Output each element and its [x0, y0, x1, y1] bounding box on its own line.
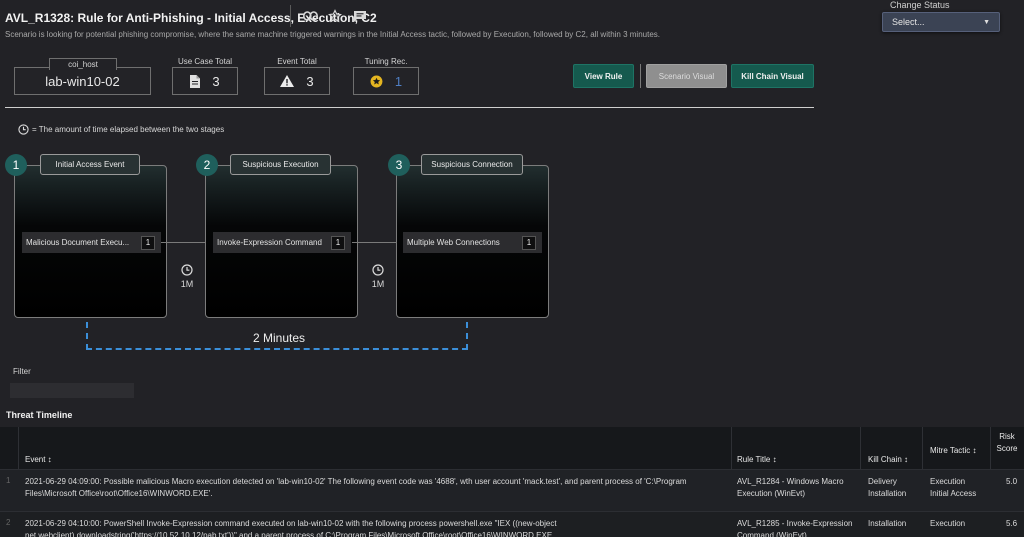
change-status-label: Change Status: [890, 0, 950, 10]
stage-title: Suspicious Connection: [421, 154, 523, 175]
table-row[interactable]: 1 2021-06-29 04:09:00: Possible maliciou…: [0, 469, 1024, 511]
column-header-event[interactable]: Event ↕: [25, 455, 52, 464]
button-separator: [640, 64, 641, 88]
filter-label: Filter: [13, 367, 31, 376]
comment-icon[interactable]: [350, 7, 370, 25]
column-header-rule-title[interactable]: Rule Title ↕: [737, 455, 777, 464]
risk-score-cell: 5.0: [1006, 477, 1018, 486]
stage-event-row[interactable]: Malicious Document Execu... 1: [22, 232, 161, 253]
gap-duration: 1M: [180, 279, 194, 289]
warning-icon: [280, 75, 295, 87]
host-field-label: coi_host: [49, 58, 117, 70]
stage-event-count: 1: [522, 235, 536, 250]
section-divider: [5, 107, 814, 108]
star-badge-icon: [370, 75, 383, 87]
clock-icon: [18, 124, 29, 135]
stage-event-label: Multiple Web Connections: [407, 238, 500, 247]
mitre-tactic-cell: Execution Initial Access: [930, 477, 977, 498]
stage-event-row[interactable]: Multiple Web Connections 1: [403, 232, 542, 253]
use-case-total-label: Use Case Total: [177, 57, 233, 66]
time-legend-text: = The amount of time elapsed between the…: [32, 125, 225, 134]
document-icon: [190, 74, 201, 88]
event-cell: 2021-06-29 04:10:00: PowerShell Invoke-E…: [25, 519, 557, 537]
stage-connector: [161, 242, 205, 243]
view-rule-button[interactable]: View Rule: [573, 64, 634, 88]
kill-chain-cell: Installation: [868, 519, 907, 528]
event-total-label: Event Total: [277, 57, 317, 66]
tuning-rec-value: 1: [394, 73, 403, 89]
stage-event-count: 1: [141, 235, 155, 250]
risk-header-line-2: Score: [996, 444, 1018, 453]
stage-title: Suspicious Execution: [230, 154, 331, 175]
row-number: 2: [6, 518, 11, 527]
stage-event-label: Malicious Document Execu...: [26, 238, 130, 247]
event-total-box: 3: [264, 67, 330, 95]
event-cell: 2021-06-29 04:09:00: Possible malicious …: [25, 477, 687, 498]
change-status-value: Select...: [892, 17, 925, 27]
rule-title-cell: AVL_R1284 - Windows Macro Execution (Win…: [737, 477, 844, 498]
kill-chain-visual-button[interactable]: Kill Chain Visual: [731, 64, 814, 88]
stage-event-count: 1: [331, 235, 345, 250]
column-header-risk-score[interactable]: Risk Score: [992, 431, 1022, 455]
stage-event-row[interactable]: Invoke-Expression Command 1: [213, 232, 351, 253]
gap-indicator: 1M: [368, 264, 388, 289]
kill-chain-cell: Delivery Installation: [868, 477, 907, 498]
page-title: AVL_R1328: Rule for Anti-Phishing - Init…: [5, 11, 377, 25]
host-value: lab-win10-02: [45, 73, 120, 89]
event-total-value: 3: [306, 73, 314, 89]
stage-number: 2: [196, 154, 218, 176]
tuning-rec-label: Tuning Rec.: [364, 57, 408, 66]
use-case-total-box: 3: [172, 67, 238, 95]
stage-event-label: Invoke-Expression Command: [217, 238, 322, 247]
scenario-visual-button[interactable]: Scenario Visual: [646, 64, 727, 88]
use-case-total-value: 3: [212, 73, 220, 89]
row-number: 1: [6, 476, 11, 485]
change-status-select[interactable]: Select... ▼: [882, 12, 1000, 32]
clock-icon: [181, 264, 193, 276]
gap-indicator: 1M: [177, 264, 197, 289]
star-icon[interactable]: [325, 7, 345, 25]
risk-score-cell: 5.6: [1006, 519, 1018, 528]
header-divider: [290, 5, 291, 27]
total-time-label: 2 Minutes: [250, 331, 309, 345]
time-legend: = The amount of time elapsed between the…: [18, 124, 224, 135]
filter-input[interactable]: [10, 383, 134, 398]
stage-number: 3: [388, 154, 410, 176]
stage-title: Initial Access Event: [40, 154, 140, 175]
table-header: Event ↕ Rule Title ↕ Kill Chain ↕ Mitre …: [0, 427, 1024, 469]
chevron-down-icon: ▼: [983, 18, 990, 26]
tuning-rec-box[interactable]: 1: [353, 67, 419, 95]
table-row[interactable]: 2 2021-06-29 04:10:00: PowerShell Invoke…: [0, 511, 1024, 537]
risk-header-line-1: Risk: [999, 432, 1015, 441]
clock-icon: [372, 264, 384, 276]
stage-number: 1: [5, 154, 27, 176]
rule-title-cell: AVL_R1285 - Invoke-Expression Command (W…: [737, 519, 853, 537]
gap-duration: 1M: [371, 279, 385, 289]
page-subtitle: Scenario is looking for potential phishi…: [5, 30, 660, 39]
link-icon[interactable]: [300, 7, 320, 25]
threat-timeline-title: Threat Timeline: [6, 410, 73, 420]
stage-connector: [352, 242, 396, 243]
mitre-tactic-cell: Execution: [930, 519, 966, 528]
threat-timeline-table: Event ↕ Rule Title ↕ Kill Chain ↕ Mitre …: [0, 427, 1024, 537]
host-value-box: lab-win10-02: [14, 67, 151, 95]
column-header-kill-chain[interactable]: Kill Chain ↕: [868, 455, 908, 464]
column-header-mitre-tactic[interactable]: Mitre Tactic ↕: [930, 446, 977, 455]
